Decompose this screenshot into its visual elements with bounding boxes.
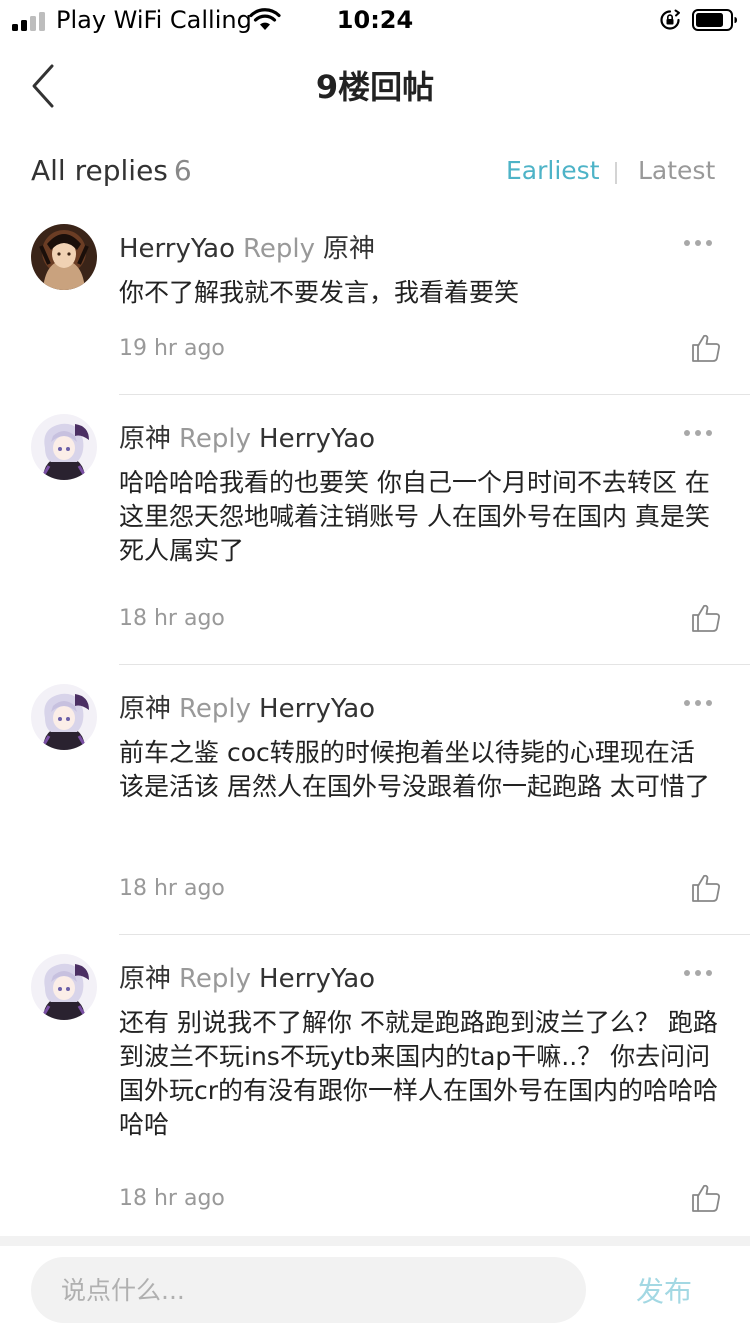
reply-item: 原神 Reply HerryYao 前车之鉴 coc转服的时候抱着坐以待毙的心理现在…	[0, 684, 750, 936]
reply-header: 原神 Reply HerryYao	[119, 958, 375, 995]
reply-divider	[119, 394, 750, 395]
more-options-icon[interactable]	[684, 970, 714, 978]
user-avatar-image	[31, 954, 97, 1020]
reply-timestamp: 19 hr ago	[119, 336, 225, 361]
more-options-icon[interactable]	[684, 240, 714, 248]
reply-target[interactable]: HerryYao	[259, 964, 375, 994]
nav-bar: 9楼回帖	[0, 44, 750, 128]
more-options-icon[interactable]	[684, 700, 714, 708]
reply-author[interactable]: 原神	[119, 694, 171, 724]
reply-header: 原神 Reply HerryYao	[119, 418, 375, 455]
reply-header: HerryYao Reply 原神	[119, 228, 375, 265]
reply-header: 原神 Reply HerryYao	[119, 688, 375, 725]
sort-latest-tab[interactable]: Latest	[638, 156, 715, 185]
replies-title: All replies 6	[31, 154, 192, 187]
publish-button[interactable]: 发布	[636, 1270, 692, 1310]
replies-header: All replies 6 Earliest Latest	[0, 150, 750, 196]
bottom-separator	[0, 1236, 750, 1246]
reply-text: 你不了解我就不要发言，我看着要笑	[119, 278, 520, 307]
sort-earliest-tab[interactable]: Earliest	[506, 156, 600, 185]
reply-text: 哈哈哈哈我看的也要笑 你自己一个月时间不去转区 在这里怨天怨地喊着注销账号 人在…	[119, 468, 710, 565]
reply-word: Reply	[179, 964, 252, 994]
thumbs-up-icon[interactable]	[690, 872, 722, 904]
replies-count: 6	[173, 154, 192, 187]
comment-bar: 发布	[0, 1246, 750, 1334]
reply-item: 原神 Reply HerryYao 还有 别说我不了解你 不就是跑路跑到波兰了么？ …	[0, 954, 750, 1236]
reply-target[interactable]: HerryYao	[259, 694, 375, 724]
reply-timestamp: 18 hr ago	[119, 606, 225, 631]
thumbs-up-icon[interactable]	[690, 1182, 722, 1214]
avatar[interactable]	[31, 954, 97, 1020]
rotation-lock-icon	[660, 9, 680, 30]
reply-author[interactable]: 原神	[119, 424, 171, 454]
replies-label: All replies	[31, 154, 168, 187]
status-time: 10:24	[336, 6, 414, 34]
thumbs-up-icon[interactable]	[690, 602, 722, 634]
user-avatar-image	[31, 224, 97, 290]
user-avatar-image	[31, 684, 97, 750]
battery-icon	[692, 9, 737, 31]
page-title: 9楼回帖	[315, 68, 435, 106]
sort-divider	[615, 162, 617, 184]
reply-timestamp: 18 hr ago	[119, 1186, 225, 1211]
reply-author[interactable]: 原神	[119, 964, 171, 994]
avatar[interactable]	[31, 414, 97, 480]
reply-item: 原神 Reply HerryYao 哈哈哈哈我看的也要笑 你自己一个月时间不去转区 …	[0, 414, 750, 666]
reply-divider	[119, 934, 750, 935]
reply-text: 还有 别说我不了解你 不就是跑路跑到波兰了么？ 跑路到波兰不玩ins不玩ytb来…	[119, 1008, 719, 1139]
thumbs-up-icon[interactable]	[690, 332, 722, 364]
reply-author[interactable]: HerryYao	[119, 234, 235, 264]
reply-timestamp: 18 hr ago	[119, 876, 225, 901]
reply-target[interactable]: 原神	[323, 234, 375, 264]
reply-item: HerryYao Reply 原神 你不了解我就不要发言，我看着要笑 19 hr a…	[0, 224, 750, 396]
reply-word: Reply	[243, 234, 316, 264]
user-avatar-image	[31, 414, 97, 480]
more-options-icon[interactable]	[684, 430, 714, 438]
comment-input[interactable]	[31, 1257, 586, 1323]
reply-text: 前车之鉴 coc转服的时候抱着坐以待毙的心理现在活该是活该 居然人在国外号没跟着…	[119, 738, 710, 801]
reply-word: Reply	[179, 694, 252, 724]
avatar[interactable]	[31, 684, 97, 750]
reply-divider	[119, 664, 750, 665]
reply-target[interactable]: HerryYao	[259, 424, 375, 454]
avatar[interactable]	[31, 224, 97, 290]
reply-word: Reply	[179, 424, 252, 454]
status-bar: Play WiFi Calling 10:24	[0, 0, 750, 40]
